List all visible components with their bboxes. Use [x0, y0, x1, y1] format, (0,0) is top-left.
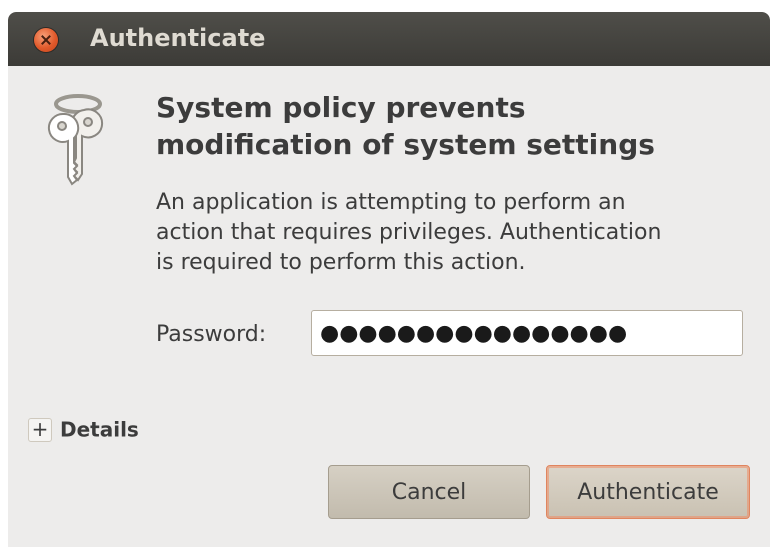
details-label: Details	[60, 417, 139, 442]
dialog-heading: System policy prevents modification of s…	[156, 89, 756, 163]
details-expander[interactable]: + Details	[28, 416, 139, 446]
password-label: Password:	[156, 322, 267, 347]
title-bar[interactable]: Authenticate	[8, 12, 770, 66]
expand-plus-icon[interactable]: +	[28, 417, 52, 442]
keys-icon	[47, 94, 104, 186]
window-title: Authenticate	[90, 24, 266, 52]
message-line-1: An application is attempting to perform …	[156, 190, 626, 215]
close-icon[interactable]	[34, 28, 58, 52]
authenticate-button[interactable]: Authenticate	[546, 465, 750, 519]
cancel-button[interactable]: Cancel	[328, 465, 530, 519]
dialog-message: An application is attempting to perform …	[156, 188, 768, 278]
message-line-3: is required to perform this action.	[156, 250, 526, 275]
message-line-2: action that requires privileges. Authent…	[156, 220, 662, 245]
authenticate-dialog: Authenticate System policy prevents modi…	[8, 12, 770, 547]
password-input[interactable]	[311, 310, 743, 356]
heading-line-1: System policy prevents	[156, 91, 526, 124]
heading-line-2: modification of system settings	[156, 128, 655, 161]
